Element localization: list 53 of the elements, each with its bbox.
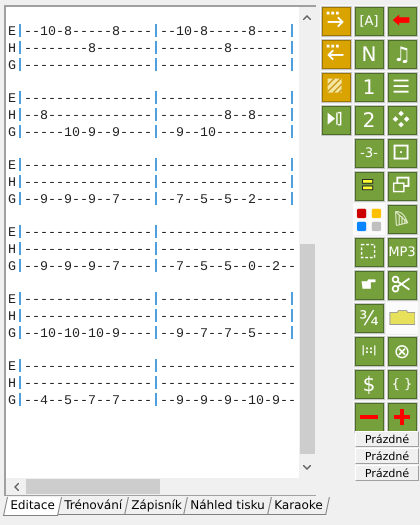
tool-button[interactable] (388, 138, 416, 168)
tab-line: G --9--9--9--7---- --7--5--5--0--2-- (8, 259, 296, 276)
tab-line: E ---------------- ---------------- (8, 292, 296, 309)
tab-line: H --------8------- --------8------- (8, 41, 296, 58)
scroll-up-icon[interactable] (303, 15, 311, 20)
tool-button[interactable]: [A] (354, 6, 384, 36)
tool-button[interactable]: N (354, 40, 384, 68)
sheet-tab[interactable]: Náhled tisku (183, 497, 272, 515)
tab-line: E ---------------- ---------------- (8, 91, 296, 108)
tool-button[interactable]: ¾ (354, 304, 384, 332)
tool-button[interactable] (354, 172, 384, 200)
slot-button[interactable]: Prázdné (355, 431, 419, 447)
tool-button[interactable] (388, 106, 416, 134)
tab-line: H ---------------- ----------------- (8, 242, 296, 259)
tab-line: G ---------------- ---------------- (8, 58, 296, 75)
tab-line: G --4--5--7--7---- --9--9--9--10-9-- (8, 393, 296, 410)
color-dots-icon (356, 206, 382, 232)
tool-button[interactable]: { } (388, 370, 416, 398)
tab-line: E ---------------- ----------------- (8, 359, 296, 376)
tool-button[interactable] (354, 238, 384, 266)
tab-line: H ---------------- ---------------- (8, 175, 296, 192)
sheet-tab[interactable]: Karaoke (266, 497, 330, 515)
tab-line: H ---------------- ---------------- (8, 309, 296, 326)
tab-line: E --10-8-----8---- --10-8-----8---- (8, 24, 296, 41)
tab-line: H --8------------- --------8--8---- (8, 108, 296, 125)
sheet-tab[interactable]: Trénování (56, 497, 128, 515)
tool-button[interactable] (322, 106, 350, 134)
slot-button[interactable]: Prázdné (355, 465, 419, 481)
tool-button[interactable]: ⊗ (388, 336, 416, 366)
tool-button[interactable]: 2 (354, 106, 384, 134)
tool-button[interactable] (354, 270, 384, 300)
tool-button[interactable]: MP3 (388, 238, 416, 266)
tab-line: G -----10-9--9---- --9--10--------- (8, 125, 296, 142)
tab-line: G --9--9--9--7---- --7--5--5--2---- (8, 192, 296, 209)
tool-button[interactable] (388, 172, 416, 200)
tab-line: H ---------------- ----------------- (8, 376, 296, 393)
tool-button[interactable]: -3- (354, 138, 384, 168)
scroll-down-icon[interactable] (303, 465, 311, 470)
tool-button[interactable]: $ (354, 370, 384, 398)
tool-button[interactable]: |::| (354, 336, 384, 366)
tab-line: G --10-10-10-9---- --9--7--7--5---- (8, 326, 296, 343)
tab-line: E ---------------- ----------------- (8, 225, 296, 242)
horizontal-scrollbar[interactable] (6, 478, 299, 495)
tool-button[interactable]: ♫ (388, 40, 416, 68)
tool-button[interactable]: 1 (354, 72, 384, 102)
tool-button[interactable] (388, 270, 416, 300)
plus-icon (394, 409, 410, 425)
minus-icon (360, 415, 378, 419)
tool-button[interactable] (388, 72, 416, 102)
sheet-tab[interactable]: Editace (2, 497, 62, 516)
slot-button[interactable]: Prázdné (355, 448, 419, 464)
scroll-left-icon[interactable] (14, 483, 19, 491)
tab-line: E ---------------- ---------------- (8, 158, 296, 175)
